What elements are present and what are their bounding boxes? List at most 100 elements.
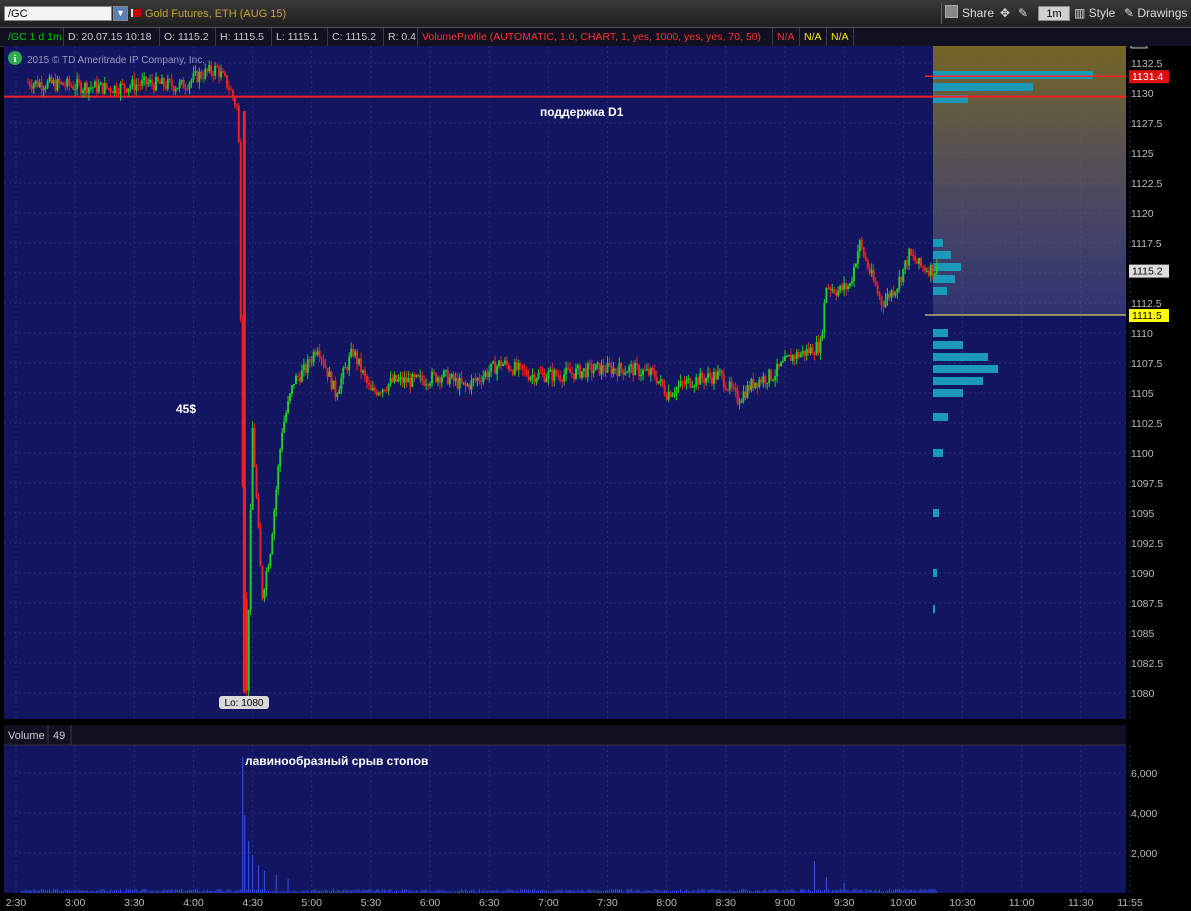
volume-bar (327, 890, 329, 893)
volume-bar (760, 891, 762, 893)
volume-bar (159, 891, 161, 893)
volume-bar (106, 891, 108, 893)
volume-bar (494, 890, 496, 893)
drawings-button[interactable]: ✎ Drawings (1124, 5, 1187, 22)
volume-bar (118, 890, 120, 893)
candle-body (480, 380, 483, 383)
share-button[interactable]: Share (945, 5, 994, 22)
volume-bar (246, 889, 248, 893)
candle-body (324, 364, 327, 368)
candle-body (30, 86, 33, 89)
volume-bar (94, 891, 96, 893)
candle-body (468, 384, 471, 390)
volume-bar (918, 890, 920, 893)
candle-body (935, 266, 938, 274)
candle-body (434, 373, 437, 382)
volume-bar (58, 891, 60, 893)
candle-body (892, 290, 895, 296)
candle-body (789, 354, 792, 361)
volume-bar (608, 890, 610, 893)
candle-body (373, 387, 376, 392)
candle-body (206, 68, 209, 72)
profile-bar (933, 275, 955, 283)
candle-body (645, 369, 648, 371)
volume-profile-study[interactable]: VolumeProfile (AUTOMATIC, 1.0, CHART, 1,… (418, 28, 773, 46)
volume-bar (502, 890, 504, 893)
candle-body (738, 402, 741, 404)
style-button[interactable]: ▥ Style (1074, 5, 1115, 22)
candle-body (85, 83, 88, 94)
candle-body (34, 80, 37, 84)
profile-bar (933, 449, 943, 457)
volume-bar (642, 891, 644, 893)
candle-body (661, 379, 664, 386)
study-name[interactable]: /GC 1 d 1m (4, 28, 64, 46)
candle-body (36, 80, 39, 87)
candle-body (334, 380, 337, 397)
crosshair-tool-icon[interactable]: ✥ (1000, 5, 1010, 22)
candle-body (316, 350, 319, 355)
volume-bar (571, 890, 573, 893)
volume-header (4, 725, 1126, 745)
candle-body (218, 67, 221, 78)
candle-body (267, 566, 270, 572)
candle-body (498, 360, 501, 367)
candle-body (776, 363, 779, 377)
volume-bar (500, 891, 502, 893)
price-chart[interactable]: 1132.5 1130 1127.5 1125 1122.5 1120 1117.5 1115… (0, 46, 1191, 725)
volume-bar (435, 890, 437, 893)
profile-bar (933, 71, 1093, 79)
volume-panel[interactable]: Volume 49 6,000 4,000 2,000 2:30 3:00 3:30 4:… (0, 725, 1191, 911)
volume-bar (449, 891, 451, 893)
candle-body (180, 80, 183, 83)
volume-bar (279, 891, 281, 893)
candle-body (275, 489, 278, 511)
candle-body (555, 370, 558, 376)
candle-body (330, 371, 333, 390)
y-tick-label: 1125 (1131, 148, 1154, 160)
chevron-down-icon[interactable]: ▼ (113, 6, 128, 21)
volume-bar (652, 891, 654, 893)
volume-bar (54, 889, 56, 893)
drop-annotation[interactable]: 45$ (176, 402, 196, 416)
x-tick-label: 9:30 (834, 897, 855, 909)
symbol-input[interactable]: /GC (4, 6, 112, 21)
stops-annotation[interactable]: лавинообразный срыв стопов (245, 754, 428, 768)
candle-body (833, 289, 836, 293)
x-tick-label: 5:00 (302, 897, 323, 909)
candle-body (563, 374, 566, 382)
volume-y-tick-label: 2,000 (1131, 848, 1157, 860)
volume-bar (143, 888, 145, 893)
volume-bar (628, 889, 630, 893)
volume-bar (281, 891, 283, 893)
volume-bar (900, 889, 902, 893)
volume-bar (439, 890, 441, 893)
volume-bar (630, 888, 632, 893)
autoscale-icon[interactable] (1130, 46, 1148, 49)
candle-body (338, 389, 341, 394)
candle-body (724, 387, 727, 390)
volume-bar (498, 891, 500, 893)
volume-bar (465, 889, 467, 893)
volume-bar (242, 757, 244, 893)
volume-bar (338, 890, 340, 893)
x-tick-label: 3:30 (124, 897, 145, 909)
candle-body (868, 268, 871, 274)
volume-bar (794, 890, 796, 893)
volume-bar (936, 891, 938, 893)
volume-bar (370, 888, 372, 893)
volume-bar (358, 889, 360, 893)
support-annotation[interactable]: поддержка D1 (540, 105, 624, 119)
candle-body (239, 142, 242, 320)
candle-body (332, 380, 335, 390)
volume-bar (23, 891, 25, 893)
volume-bar (62, 890, 64, 893)
volume-bar (654, 888, 656, 893)
flag-icon[interactable] (131, 9, 141, 17)
wrench-icon[interactable]: ✎ (1018, 5, 1028, 22)
candle-body (371, 387, 374, 391)
volume-bar (356, 889, 358, 893)
candle-body (533, 374, 536, 383)
interval-button[interactable]: 1m (1038, 6, 1070, 21)
volume-bar (853, 889, 855, 893)
